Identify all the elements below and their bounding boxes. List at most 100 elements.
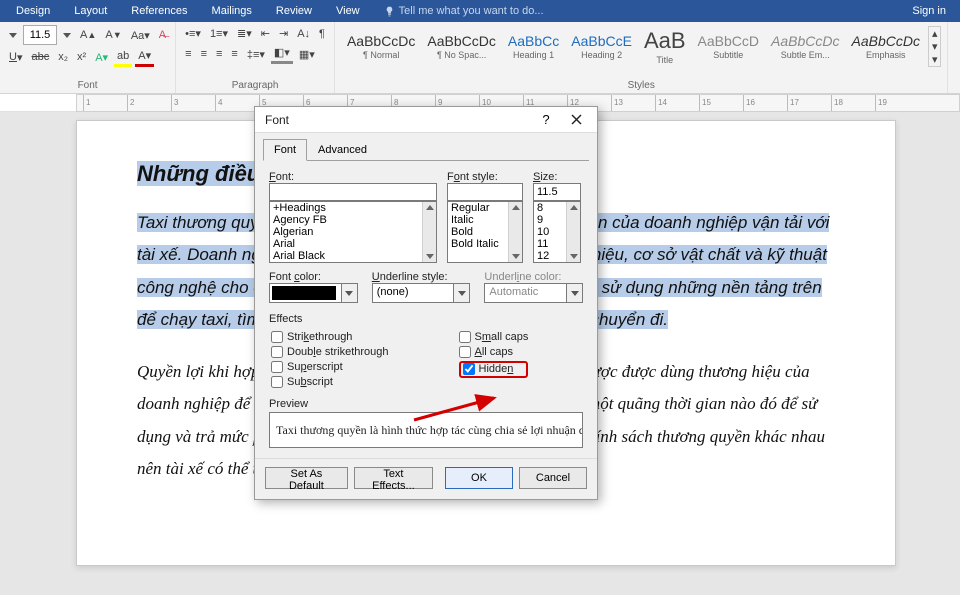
chk-subscript[interactable]: Subscript [271,376,389,388]
underline-color-combo: Automatic [484,283,583,303]
size-list[interactable]: 8 9 10 11 12 [533,201,581,263]
lbl-fontstyle: Font style: [447,171,523,183]
styles-gallery[interactable]: AaBbCcDc¶ Normal AaBbCcDc¶ No Spac... Aa… [341,25,942,68]
style-nospacing[interactable]: AaBbCcDc¶ No Spac... [421,30,501,63]
set-default-button[interactable]: Set As Default [265,467,348,489]
font-input[interactable] [269,183,437,201]
strike-icon[interactable]: abc [28,49,52,65]
dec-indent-icon[interactable]: ⇤ [258,25,273,42]
align-right-icon[interactable]: ≡ [213,46,225,62]
close-icon [571,114,582,125]
styles-more-icon[interactable]: ▾ [929,53,941,66]
ruler-tick: 19 [875,95,887,111]
list-item[interactable]: Arial Black [270,250,436,262]
chk-allcaps[interactable]: All caps [459,346,529,358]
tab-review[interactable]: Review [264,0,324,22]
style-subtitle[interactable]: AaBbCcDSubtitle [692,30,765,63]
font-color-icon[interactable]: A▾ [135,47,154,67]
style-heading1[interactable]: AaBbCcHeading 1 [502,30,565,63]
ribbon-tabs: Design Layout References Mailings Review… [0,0,960,22]
font-size-arrow[interactable] [60,31,74,40]
shrink-font-icon[interactable]: A▼ [102,27,124,43]
borders-icon[interactable]: ▦▾ [296,46,318,63]
tab-mailings[interactable]: Mailings [200,0,264,22]
size-input[interactable] [533,183,581,201]
tab-advanced[interactable]: Advanced [307,139,378,161]
align-center-icon[interactable]: ≡ [198,46,210,62]
chk-strikethrough[interactable]: Strikethrough [271,331,389,343]
highlight-icon[interactable]: ab [114,48,132,67]
inc-indent-icon[interactable]: ⇥ [276,25,291,42]
list-item[interactable]: +Headings [270,202,436,214]
lbl-underline-color: Underline color: [484,271,583,283]
lbl-fontcolor: Font color: [269,271,358,283]
align-left-icon[interactable]: ≡ [182,46,194,62]
text-effects-button[interactable]: Text Effects... [354,467,433,489]
sort-icon[interactable]: A↓ [294,26,313,42]
scrollbar[interactable] [422,202,436,262]
styles-scroll-down-icon[interactable]: ▾ [929,40,941,53]
chevron-down-icon [567,283,583,303]
style-emphasis[interactable]: AaBbCcDcEmphasis [845,30,925,63]
tab-references[interactable]: References [119,0,199,22]
chevron-down-icon[interactable] [454,283,470,303]
styles-scroll-up-icon[interactable]: ▴ [929,27,941,40]
superscript-icon[interactable]: x² [74,49,89,65]
chk-superscript[interactable]: Superscript [271,361,389,373]
tab-design[interactable]: Design [4,0,62,22]
tell-me[interactable]: Tell me what you want to do... [372,0,556,22]
style-subtle-em[interactable]: AaBbCcDcSubtle Em... [765,30,845,63]
dialog-titlebar[interactable]: Font ? [255,107,597,133]
fontstyle-list[interactable]: Regular Italic Bold Bold Italic [447,201,523,263]
tab-layout[interactable]: Layout [62,0,119,22]
style-heading2[interactable]: AaBbCcEHeading 2 [565,30,638,63]
list-item[interactable]: Agency FB [270,214,436,226]
show-marks-icon[interactable]: ¶ [316,26,328,42]
lbl-size: Size: [533,171,581,183]
fontstyle-input[interactable] [447,183,523,201]
font-list[interactable]: +Headings Agency FB Algerian Arial Arial… [269,201,437,263]
numbering-icon[interactable]: 1≡▾ [207,25,231,42]
chk-hidden[interactable]: Hidden [463,363,514,375]
tab-view[interactable]: View [324,0,372,22]
font-color-combo[interactable] [269,283,358,303]
group-styles: AaBbCcDc¶ Normal AaBbCcDc¶ No Spac... Aa… [335,22,949,93]
text-effects-icon[interactable]: A▾ [92,49,111,66]
chk-smallcaps[interactable]: Small caps [459,331,529,343]
chevron-down-icon[interactable] [342,283,358,303]
preview-box: Taxi thương quyền là hình thức hợp tác c… [269,412,583,448]
close-button[interactable] [561,109,591,131]
ruler-tick: 3 [171,95,178,111]
scrollbar[interactable] [566,202,580,262]
lbl-font: Font: [269,171,437,183]
chk-double-strike[interactable]: Double strikethrough [271,346,389,358]
list-item[interactable]: Arial [270,238,436,250]
multilevel-icon[interactable]: ≣▾ [234,25,255,42]
style-title[interactable]: AaBTitle [638,25,692,68]
tab-font[interactable]: Font [263,139,307,161]
group-paragraph: •≡▾ 1≡▾ ≣▾ ⇤ ⇥ A↓ ¶ ≡ ≡ ≡ ≡ ‡≡▾ ◧▾ ▦▾ Pa… [176,22,335,93]
sign-in[interactable]: Sign in [912,5,956,17]
change-case-icon[interactable]: Aa▾ [128,27,153,44]
help-button[interactable]: ? [531,109,561,131]
ok-button[interactable]: OK [445,467,513,489]
ruler-tick: 2 [127,95,134,111]
underline-style-combo[interactable]: (none) [372,283,471,303]
grow-font-icon[interactable]: A▲ [77,27,99,43]
ruler-tick: 4 [215,95,222,111]
ruler-tick: 13 [611,95,623,111]
scrollbar[interactable] [508,202,522,262]
bullets-icon[interactable]: •≡▾ [182,25,204,42]
cancel-button[interactable]: Cancel [519,467,587,489]
justify-icon[interactable]: ≡ [228,46,240,62]
ruler-tick: 1 [83,95,90,111]
style-normal[interactable]: AaBbCcDc¶ Normal [341,30,421,63]
underline-icon[interactable]: U▾ [6,49,25,66]
subscript-icon[interactable]: x₂ [55,49,71,65]
clear-format-icon[interactable]: A̶ [156,27,169,43]
line-spacing-icon[interactable]: ‡≡▾ [244,46,268,63]
list-item[interactable]: Algerian [270,226,436,238]
font-size-input[interactable] [23,25,57,45]
shading-icon[interactable]: ◧▾ [271,44,293,64]
font-combo-arrow[interactable] [6,31,20,40]
